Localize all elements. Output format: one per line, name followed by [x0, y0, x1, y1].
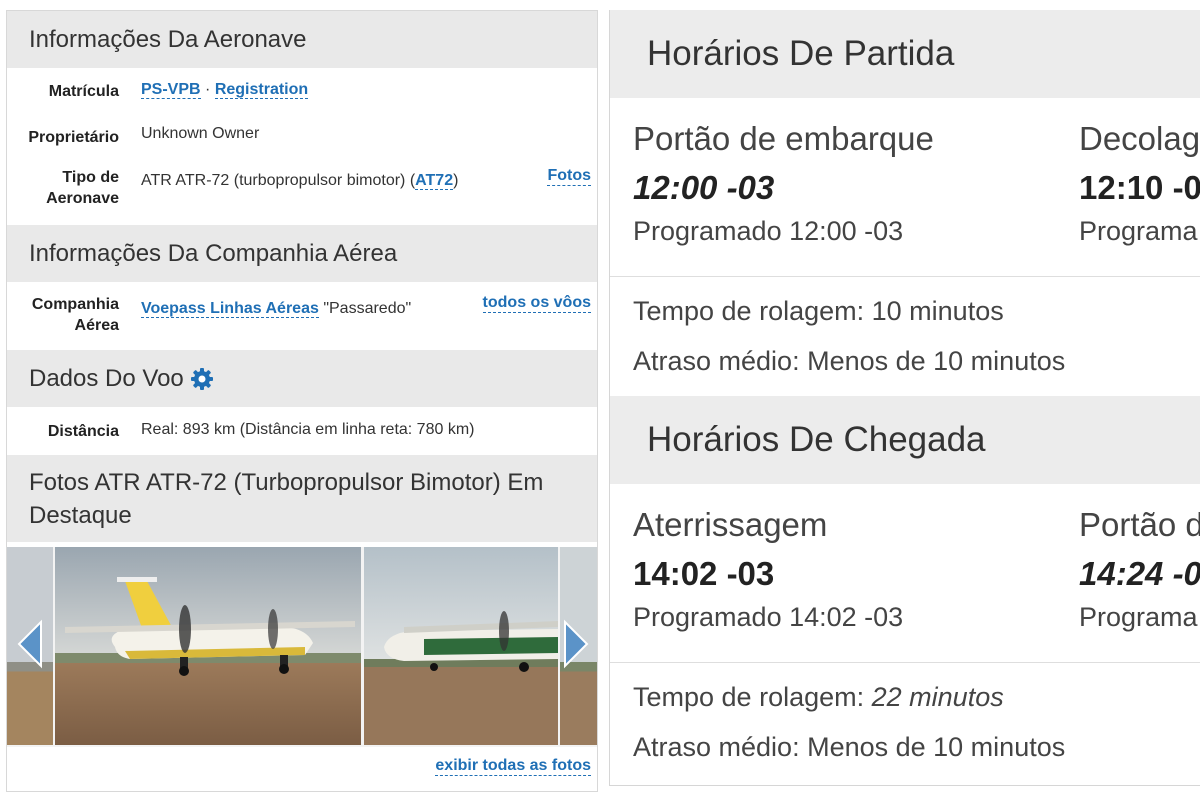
landing-time: 14:02 -03 — [633, 555, 775, 592]
airline-info-header: Informações Da Companhia Aérea — [7, 225, 597, 282]
landing-label: Aterrissagem — [633, 506, 828, 543]
airline-row: Companhia Aérea Voepass Linhas Aéreas "P… — [7, 294, 597, 350]
distance-value: Real: 893 km (Distância em linha reta: 7… — [141, 421, 475, 438]
takeoff-block: Decolag 12:10 -0 Programa — [1079, 120, 1200, 248]
registration-value-link[interactable]: PS-VPB — [141, 81, 201, 99]
arrival-taxi-time: Tempo de rolagem: 22 minutos — [633, 682, 1004, 713]
distance-label: Distância — [47, 423, 119, 440]
carousel-next-arrow-icon[interactable] — [561, 619, 591, 669]
owner-value: Unknown Owner — [141, 125, 260, 142]
arrival-gate-label: Portão d — [1079, 506, 1200, 543]
departure-gate-label: Portão de embarque — [633, 120, 934, 157]
divider — [610, 276, 1200, 277]
aircraft-type-row: Tipo de Aeronave ATR ATR-72 (turbopropul… — [7, 167, 597, 225]
registration-link[interactable]: Registration — [214, 81, 309, 99]
aircraft-type-code-link[interactable]: AT72 — [415, 172, 454, 190]
photos-header: Fotos ATR ATR-72 (Turbopropulsor Bimotor… — [7, 455, 597, 542]
registration-label: Matrícula — [48, 83, 119, 100]
aircraft-type-label-line2: Aeronave — [46, 190, 119, 207]
arrival-taxi-value: 22 minutos — [871, 682, 1004, 712]
flight-data-title: Dados Do Voo — [29, 364, 184, 392]
carousel-prev-arrow-icon[interactable] — [15, 619, 45, 669]
flight-data-header: Dados Do Voo — [7, 350, 597, 407]
departure-taxi-time: Tempo de rolagem: 10 minutos — [633, 296, 1004, 327]
departure-avg-delay: Atraso médio: Menos de 10 minutos — [633, 346, 1066, 376]
aircraft-info-header: Informações Da Aeronave — [7, 11, 597, 68]
airline-label-line1: Companhia — [31, 296, 119, 313]
registration-separator: · — [205, 81, 211, 98]
arrival-gate-scheduled: Programa — [1079, 602, 1198, 632]
landing-scheduled: Programado 14:02 -03 — [633, 602, 904, 632]
takeoff-label: Decolag — [1079, 120, 1200, 157]
registration-row: Matrícula PS-VPB · Registration — [7, 79, 597, 123]
divider — [610, 662, 1200, 663]
photo-carousel — [7, 547, 597, 747]
photos-title-line1: Fotos ATR ATR-72 (Turbopropulsor Bimotor… — [29, 468, 544, 496]
owner-label: Proprietário — [28, 129, 119, 146]
airline-name-link[interactable]: Voepass Linhas Aéreas — [141, 300, 319, 318]
departure-taxi-value: 10 minutos — [871, 296, 1004, 326]
airline-info-title: Informações Da Companhia Aérea — [29, 239, 398, 267]
takeoff-scheduled: Programa — [1079, 216, 1198, 246]
airline-nickname: "Passaredo" — [323, 300, 412, 317]
aircraft-type-close: ) — [453, 172, 459, 189]
aircraft-info-title: Informações Da Aeronave — [29, 25, 307, 53]
airline-label-line2: Aérea — [74, 317, 119, 334]
arrival-gate-time: 14:24 -0 — [1079, 555, 1200, 592]
photos-title-line2: Destaque — [29, 501, 132, 529]
aircraft-type-value: ATR ATR-72 (turbopropulsor bimotor) ( — [141, 172, 416, 189]
photos-link[interactable]: Fotos — [547, 167, 591, 186]
arrival-avg-delay: Atraso médio: Menos de 10 minutos — [633, 732, 1066, 762]
departure-title: Horários De Partida — [647, 34, 955, 73]
owner-row: Proprietário Unknown Owner — [7, 123, 597, 167]
departure-taxi-label: Tempo de rolagem: — [633, 296, 865, 326]
arrival-header: Horários De Chegada — [610, 396, 1200, 484]
departure-header: Horários De Partida — [610, 10, 1200, 98]
view-all-photos-link[interactable]: exibir todas as fotos — [435, 757, 591, 776]
gear-icon[interactable] — [190, 367, 214, 391]
departure-gate-block: Portão de embarque 12:00 -03 Programado … — [633, 120, 934, 248]
departure-gate-time: 12:00 -03 — [633, 169, 775, 206]
schedule-panel: Horários De Partida Portão de embarque 1… — [609, 10, 1200, 786]
all-flights-link[interactable]: todos os vôos — [482, 294, 591, 313]
landing-block: Aterrissagem 14:02 -03 Programado 14:02 … — [633, 506, 903, 634]
carousel-photo-2[interactable] — [364, 547, 558, 745]
flight-details-panel: Informações Da Aeronave Matrícula PS-VPB… — [6, 10, 598, 792]
departure-gate-scheduled: Programado 12:00 -03 — [633, 216, 904, 246]
aircraft-type-label-line1: Tipo de — [62, 169, 119, 186]
carousel-photo-1[interactable] — [55, 547, 361, 745]
takeoff-time: 12:10 -0 — [1079, 169, 1200, 206]
arrival-taxi-label: Tempo de rolagem: — [633, 682, 865, 712]
arrival-title: Horários De Chegada — [647, 420, 986, 459]
distance-row: Distância Real: 893 km (Distância em lin… — [7, 419, 597, 455]
arrival-gate-block: Portão d 14:24 -0 Programa — [1079, 506, 1200, 634]
